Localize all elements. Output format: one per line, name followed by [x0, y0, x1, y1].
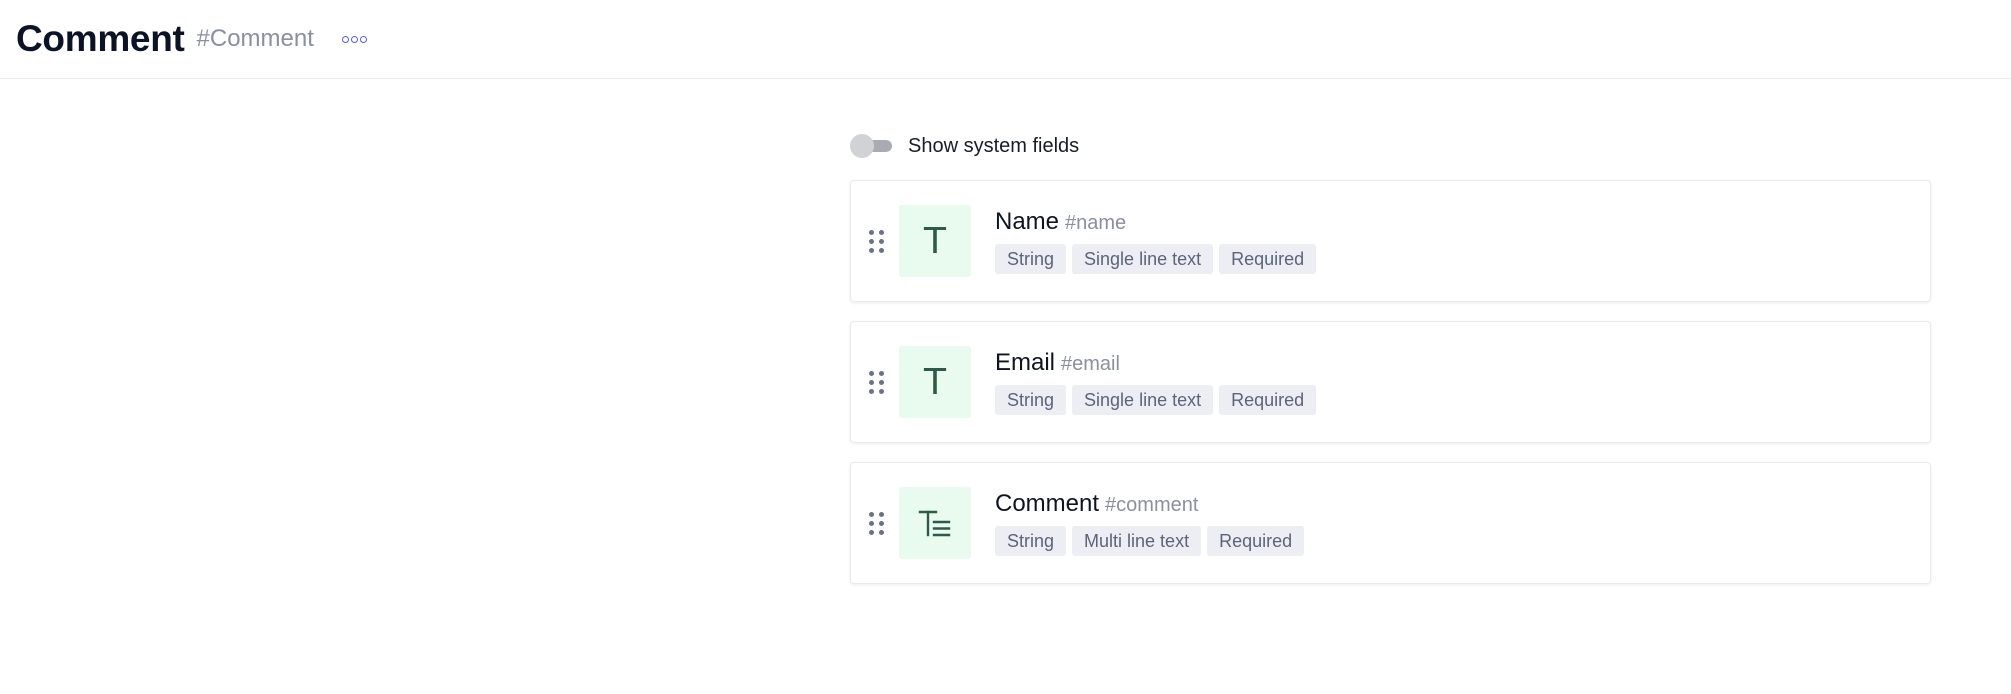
- single-line-text-icon: T: [899, 346, 971, 418]
- field-name: Email: [995, 349, 1056, 376]
- field-tags: String Multi line text Required: [995, 526, 1305, 556]
- field-tag: String: [995, 244, 1067, 274]
- field-tag: String: [995, 385, 1067, 415]
- toggle-knob: [850, 134, 874, 158]
- field-tag: Multi line text: [1072, 526, 1202, 556]
- single-line-text-icon: T: [899, 205, 971, 277]
- more-horizontal-icon: [341, 35, 349, 43]
- field-tag: String: [995, 526, 1067, 556]
- drag-handle-icon[interactable]: [869, 511, 884, 535]
- more-horizontal-icon-dot: [350, 35, 358, 43]
- field-tag: Required: [1219, 244, 1317, 274]
- page-title: Comment: [16, 18, 185, 59]
- field-info: Comment #comment String Multi line text …: [995, 490, 1305, 556]
- multi-line-text-icon: [899, 487, 971, 559]
- page-header: Comment #Comment: [0, 0, 2011, 79]
- drag-handle-icon[interactable]: [869, 229, 884, 253]
- field-card[interactable]: T Email #email String Single line text R…: [850, 321, 1931, 443]
- model-api-id: #Comment: [196, 25, 314, 52]
- field-tag: Single line text: [1072, 244, 1214, 274]
- field-api-id: #name: [1065, 212, 1127, 234]
- more-horizontal-icon-dot: [359, 35, 367, 43]
- system-fields-toggle-row: Show system fields: [850, 128, 1931, 164]
- field-tag: Required: [1219, 385, 1317, 415]
- field-info: Email #email String Single line text Req…: [995, 349, 1317, 415]
- field-api-id: #comment: [1105, 494, 1199, 516]
- field-info: Name #name String Single line text Requi…: [995, 208, 1317, 274]
- field-tags: String Single line text Required: [995, 385, 1317, 415]
- field-name: Name: [995, 208, 1060, 235]
- more-options-button[interactable]: [338, 32, 371, 47]
- system-fields-toggle[interactable]: [850, 134, 894, 158]
- multi-line-text-icon-glyph: [918, 510, 951, 537]
- field-name: Comment: [995, 490, 1100, 517]
- system-fields-label: Show system fields: [908, 134, 1080, 157]
- field-api-id: #email: [1061, 353, 1120, 375]
- field-card[interactable]: T Name #name String Single line text Req…: [850, 180, 1931, 302]
- drag-handle-icon[interactable]: [869, 370, 884, 394]
- field-card[interactable]: Comment #comment String Multi line text …: [850, 462, 1931, 584]
- field-tag: Required: [1207, 526, 1305, 556]
- field-tags: String Single line text Required: [995, 244, 1317, 274]
- fields-panel: Show system fields T Name #name String S…: [850, 128, 1931, 603]
- field-list: T Name #name String Single line text Req…: [850, 180, 1931, 584]
- field-tag: Single line text: [1072, 385, 1214, 415]
